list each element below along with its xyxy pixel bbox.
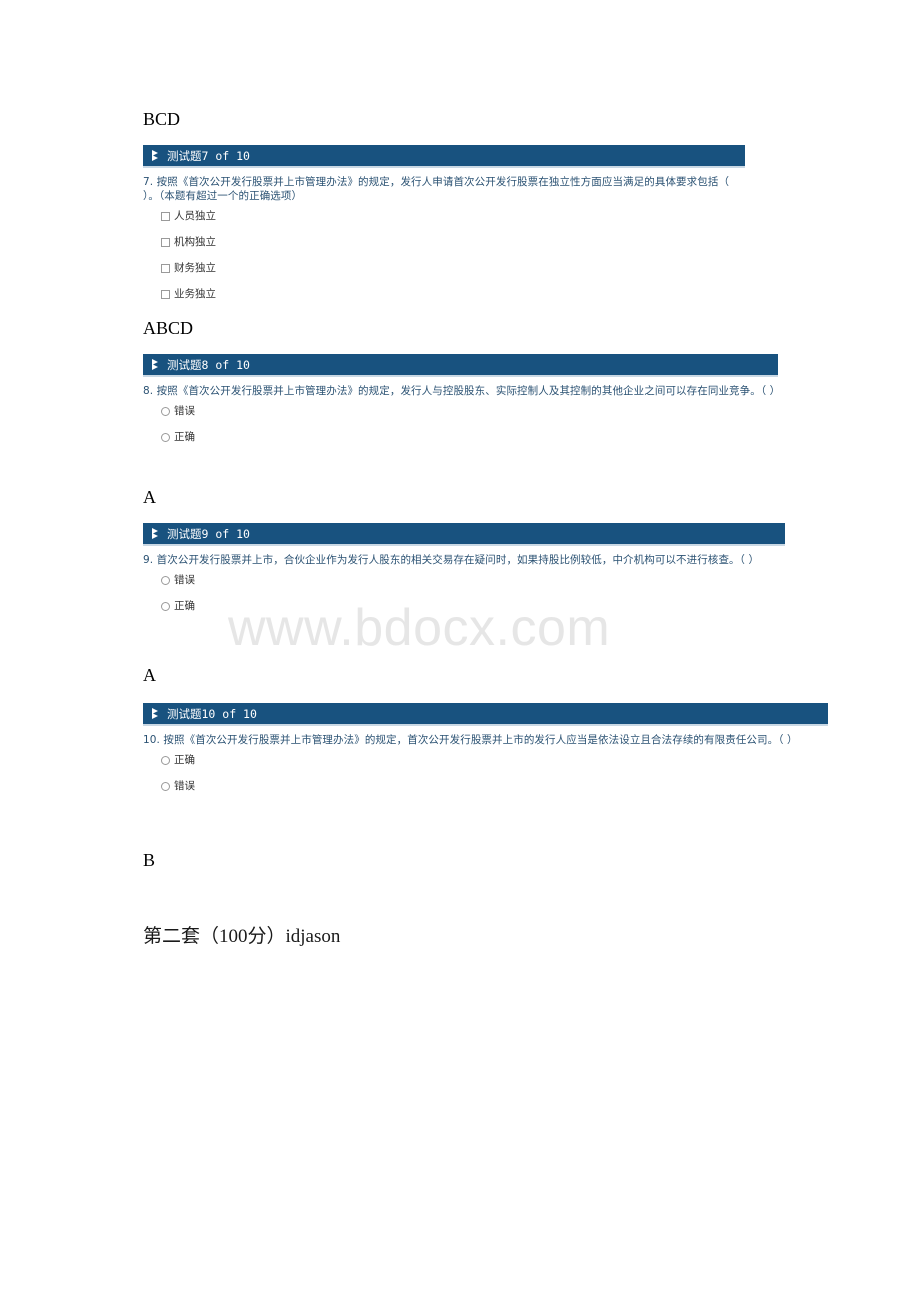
- checkbox-icon[interactable]: [161, 238, 170, 247]
- checkbox-icon[interactable]: [161, 290, 170, 299]
- question-header-label: 测试题8 of 10: [167, 357, 250, 372]
- answer-line: BCD: [143, 109, 181, 129]
- section-heading: 第二套（100分）idjason: [143, 926, 341, 947]
- question-header-8: 测试题8 of 10: [143, 354, 778, 377]
- question-header-10: 测试题10 of 10: [143, 703, 828, 726]
- radio-icon[interactable]: [161, 433, 170, 442]
- question-text-7: 7. 按照《首次公开发行股票并上市管理办法》的规定，发行人申请首次公开发行股票在…: [143, 176, 730, 202]
- option-row[interactable]: 正确: [143, 431, 778, 444]
- checkbox-icon[interactable]: [161, 264, 170, 273]
- option-row[interactable]: 业务独立: [143, 288, 745, 301]
- question-header-9: 测试题9 of 10: [143, 523, 785, 546]
- radio-icon[interactable]: [161, 602, 170, 611]
- question-block-9: 测试题9 of 10 9. 首次公开发行股票并上市，合伙企业作为发行人股东的相关…: [143, 523, 785, 626]
- option-label: 错误: [174, 574, 195, 586]
- option-label: 机构独立: [174, 236, 216, 248]
- radio-icon[interactable]: [161, 407, 170, 416]
- arrow-bullet-icon: [152, 150, 161, 161]
- option-label: 错误: [174, 405, 195, 417]
- option-label: 正确: [174, 600, 195, 612]
- option-row[interactable]: 人员独立: [143, 210, 745, 223]
- checkbox-icon[interactable]: [161, 212, 170, 221]
- arrow-bullet-icon: [152, 528, 161, 539]
- radio-icon[interactable]: [161, 756, 170, 765]
- radio-icon[interactable]: [161, 576, 170, 585]
- option-row[interactable]: 错误: [143, 574, 785, 587]
- option-row[interactable]: 错误: [143, 780, 828, 793]
- answer-line: A: [143, 487, 156, 507]
- question-options-8: 错误 正确: [143, 405, 778, 444]
- question-header-label: 测试题9 of 10: [167, 526, 250, 541]
- question-text-10: 10. 按照《首次公开发行股票并上市管理办法》的规定，首次公开发行股票并上市的发…: [143, 734, 798, 746]
- question-block-7: 测试题7 of 10 7. 按照《首次公开发行股票并上市管理办法》的规定，发行人…: [143, 145, 745, 314]
- question-block-8: 测试题8 of 10 8. 按照《首次公开发行股票并上市管理办法》的规定，发行人…: [143, 354, 781, 457]
- option-row[interactable]: 机构独立: [143, 236, 745, 249]
- answer-line: ABCD: [143, 318, 194, 338]
- answer-line: B: [143, 850, 156, 870]
- arrow-bullet-icon: [152, 359, 161, 370]
- option-row[interactable]: 正确: [143, 600, 785, 613]
- question-block-10: 测试题10 of 10 10. 按照《首次公开发行股票并上市管理办法》的规定，首…: [143, 703, 828, 806]
- question-header-7: 测试题7 of 10: [143, 145, 745, 168]
- option-label: 人员独立: [174, 210, 216, 222]
- arrow-bullet-icon: [152, 708, 161, 719]
- radio-icon[interactable]: [161, 782, 170, 791]
- option-row[interactable]: 财务独立: [143, 262, 745, 275]
- question-options-7: 人员独立 机构独立 财务独立 业务独立: [143, 210, 745, 301]
- question-options-10: 正确 错误: [143, 754, 828, 793]
- question-header-label: 测试题10 of 10: [167, 706, 257, 721]
- question-header-label: 测试题7 of 10: [167, 148, 250, 163]
- question-text-8: 8. 按照《首次公开发行股票并上市管理办法》的规定，发行人与控股股东、实际控制人…: [143, 385, 781, 397]
- document-page: www.bdocx.com BCD 测试题7 of 10 7. 按照《首次公开发…: [0, 0, 920, 1302]
- option-label: 业务独立: [174, 288, 216, 300]
- option-label: 正确: [174, 754, 195, 766]
- question-text-9: 9. 首次公开发行股票并上市，合伙企业作为发行人股东的相关交易存在疑问时，如果持…: [143, 554, 760, 566]
- answer-line: A: [143, 665, 156, 685]
- option-label: 财务独立: [174, 262, 216, 274]
- option-label: 正确: [174, 431, 195, 443]
- option-row[interactable]: 错误: [143, 405, 778, 418]
- option-row[interactable]: 正确: [143, 754, 828, 767]
- option-label: 错误: [174, 780, 195, 792]
- question-options-9: 错误 正确: [143, 574, 785, 613]
